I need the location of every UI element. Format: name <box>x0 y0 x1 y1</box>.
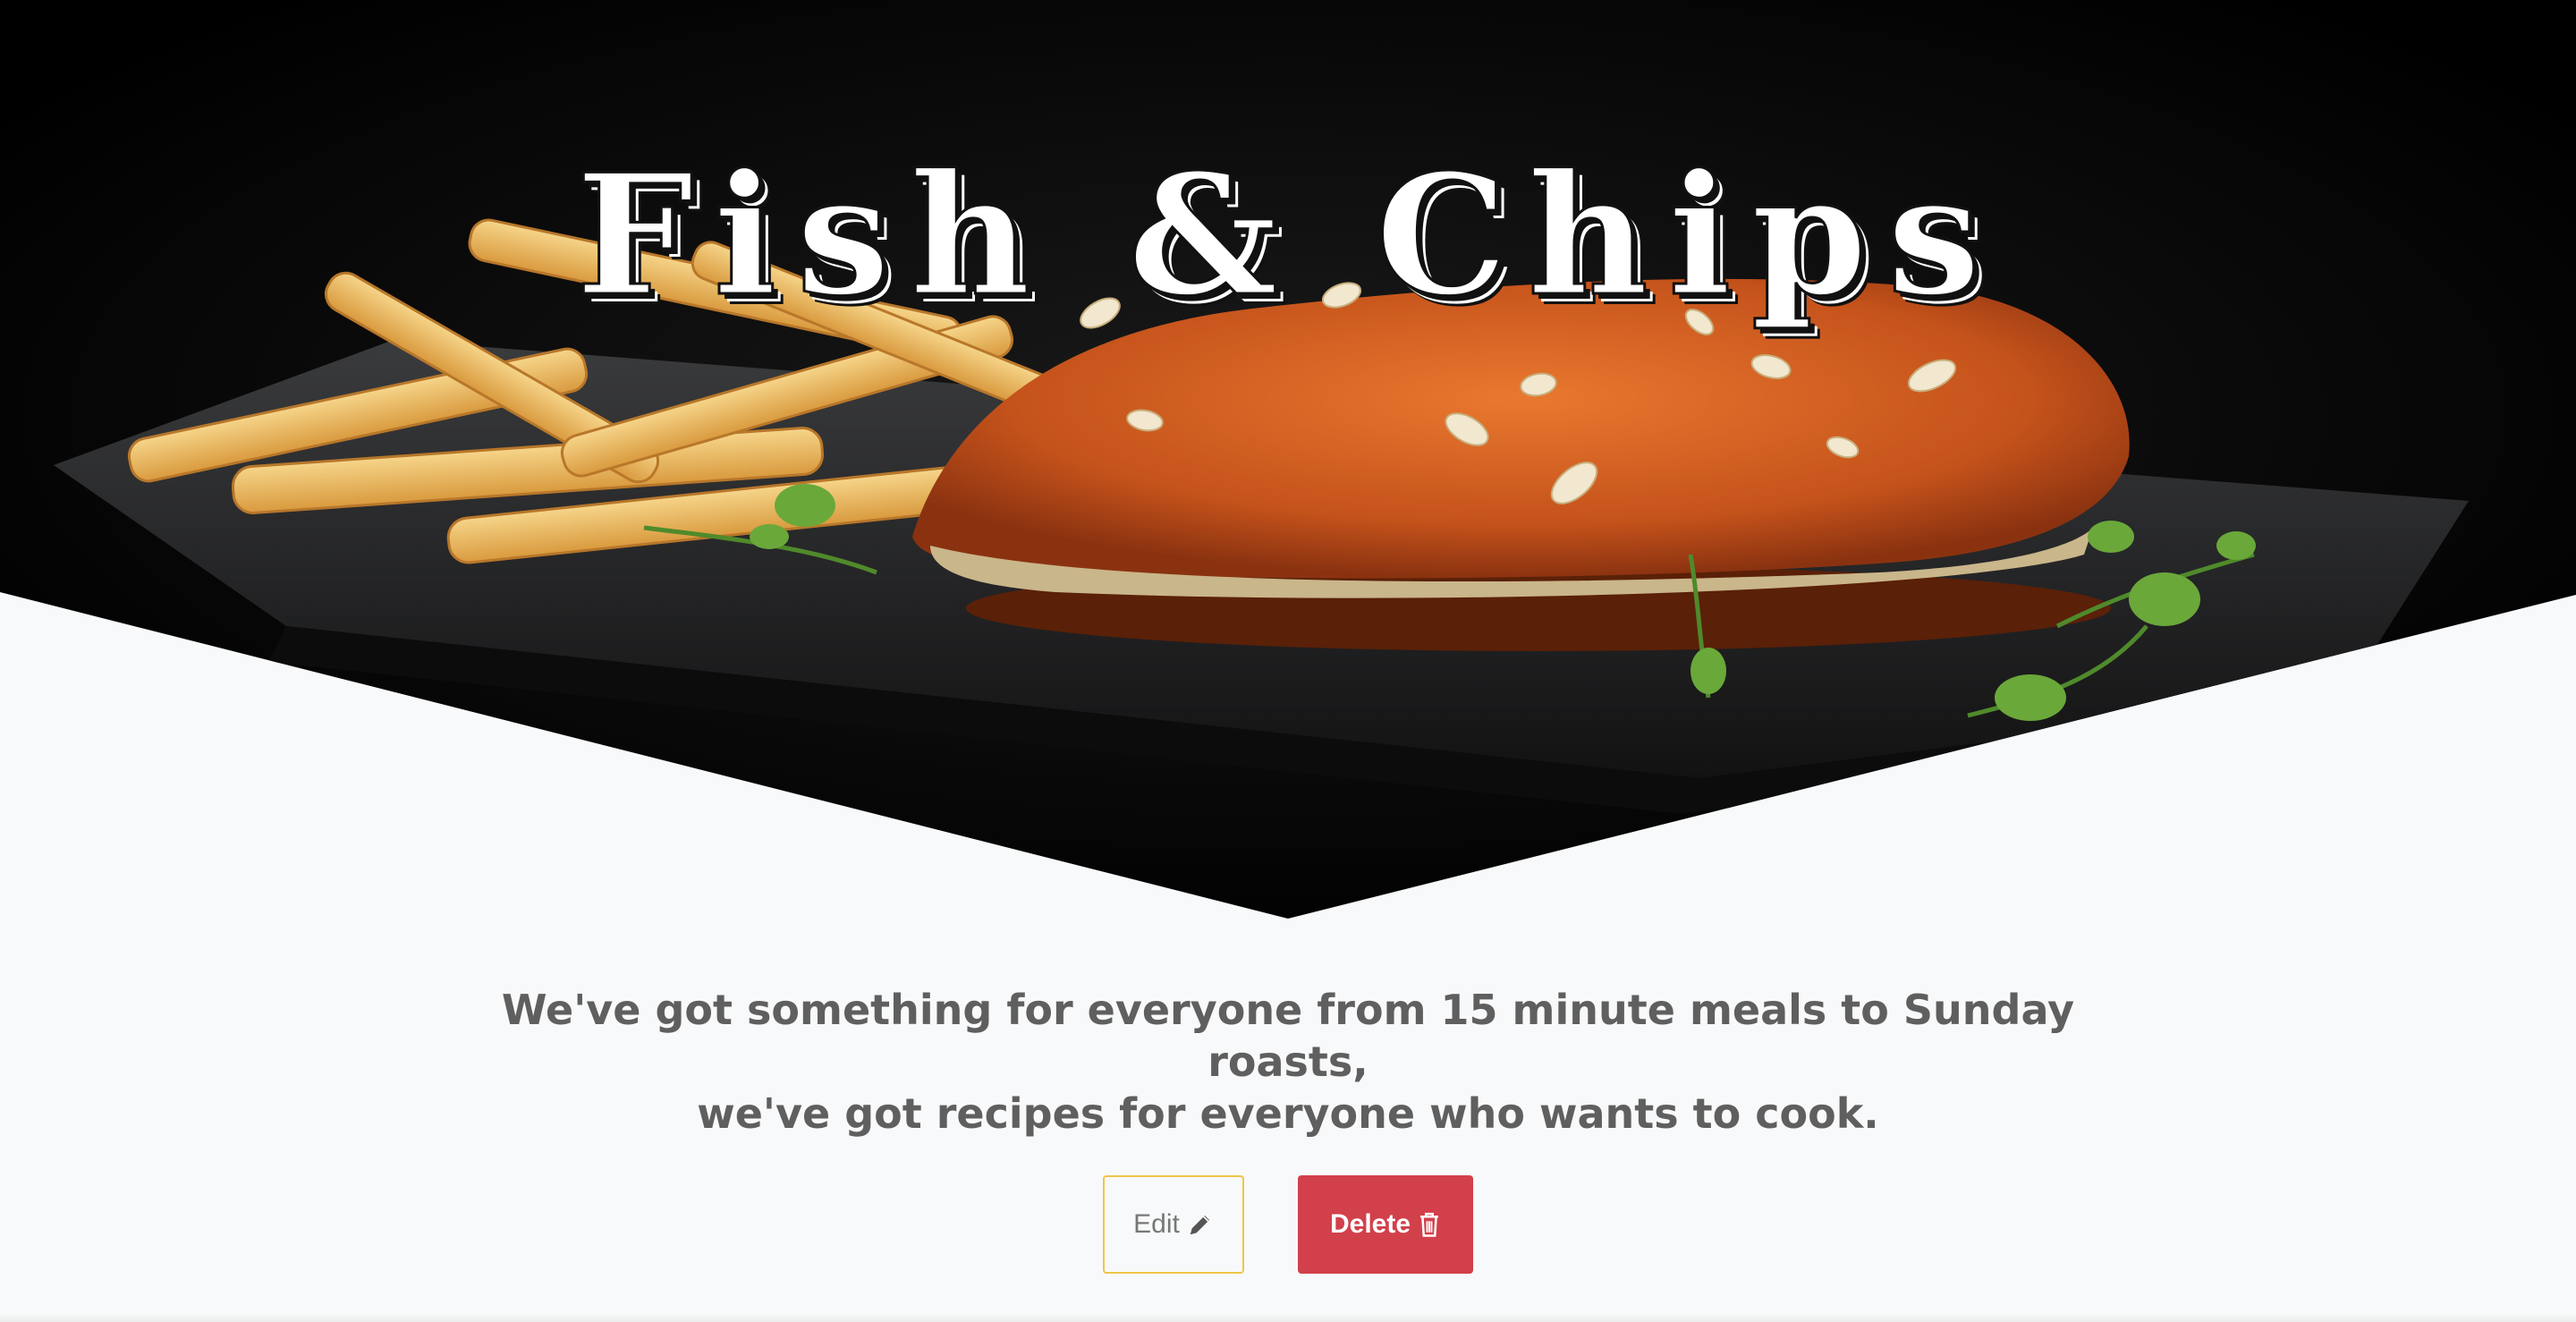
edit-button-label: Edit <box>1133 1209 1180 1239</box>
recipe-title: Fish & Chips <box>574 137 2001 333</box>
recipe-actions: Edit Delete <box>0 1175 2576 1274</box>
recipe-tagline: We've got something for everyone from 15… <box>483 984 2093 1140</box>
hero-banner: Fish & Chips <box>0 0 2576 921</box>
delete-button[interactable]: Delete <box>1298 1175 1473 1274</box>
tagline-line-2: we've got recipes for everyone who wants… <box>697 1089 1879 1138</box>
pencil-icon <box>1187 1211 1214 1238</box>
edit-button[interactable]: Edit <box>1103 1175 1244 1274</box>
trash-icon <box>1418 1211 1441 1238</box>
page-bottom-edge <box>0 1313 2576 1322</box>
delete-button-label: Delete <box>1329 1209 1411 1239</box>
tagline-line-1: We've got something for everyone from 15… <box>501 986 2075 1086</box>
